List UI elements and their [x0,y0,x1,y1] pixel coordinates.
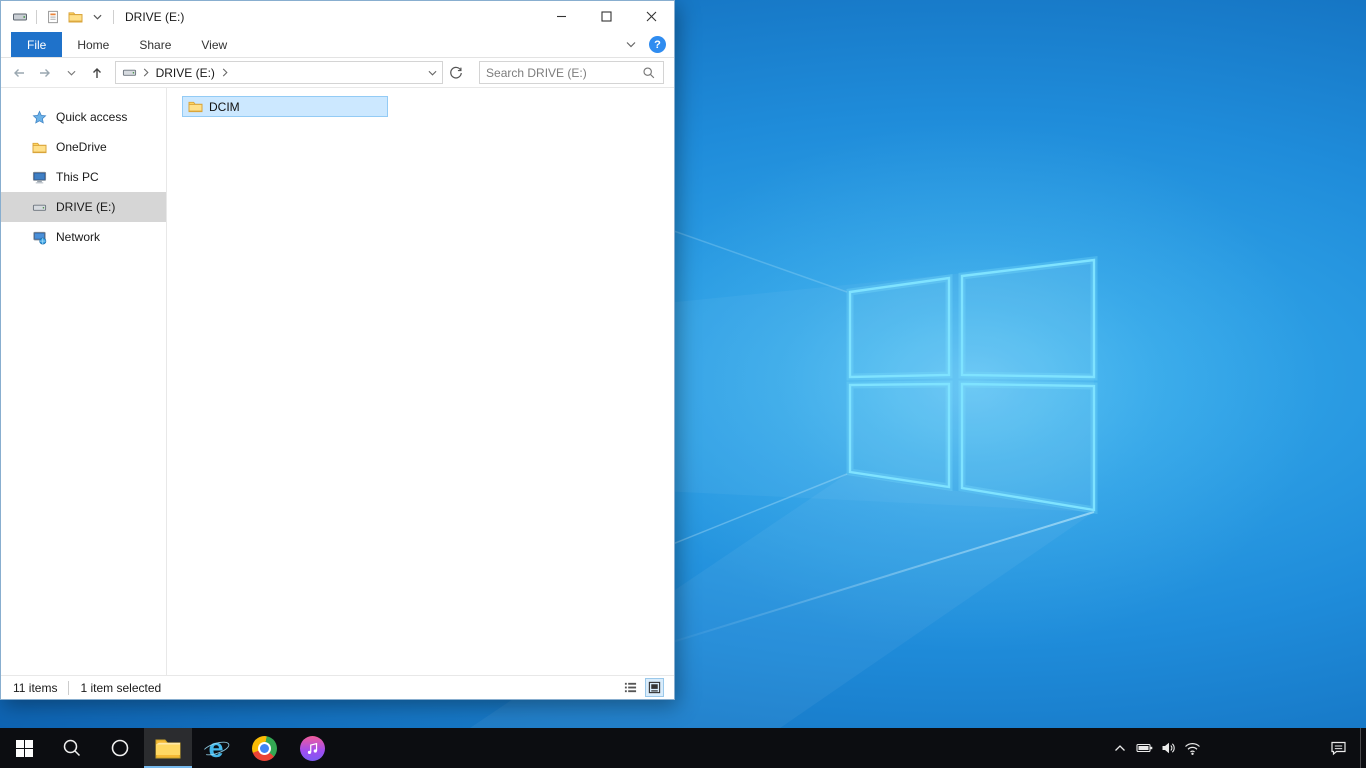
taskbar-chrome-button[interactable] [240,728,288,768]
chevron-up-icon [1115,745,1125,751]
folder-icon [187,99,203,115]
speaker-icon [1162,742,1175,754]
recent-locations-chevron[interactable] [59,61,84,85]
action-center-button[interactable] [1316,728,1360,768]
address-bar[interactable]: DRIVE (E:) [114,61,444,84]
file-list-pane[interactable]: DCIM [167,88,674,675]
selection-count: 1 item selected [80,680,162,695]
taskbar-file-explorer-button[interactable] [144,728,192,768]
new-folder-button[interactable] [66,9,84,25]
network-button[interactable] [1180,728,1204,768]
sidebar-item-onedrive[interactable]: OneDrive [1,132,166,162]
sidebar-item-drive-e[interactable]: DRIVE (E:) [1,192,166,222]
tab-view[interactable]: View [186,32,242,57]
this-pc-icon [31,169,47,185]
back-button[interactable] [7,61,32,85]
file-explorer-window: DRIVE (E:) File Home Share View ? DRIVE … [0,0,675,700]
view-toggles [621,678,664,697]
separator [68,680,70,695]
action-center-icon [1330,741,1346,756]
sidebar-item-label: This PC [56,170,99,184]
sidebar-item-label: OneDrive [56,140,107,154]
search-icon [63,739,81,757]
expand-ribbon-chevron[interactable] [622,36,640,54]
close-button[interactable] [629,1,674,32]
location-drive-icon [122,65,138,81]
sidebar-item-label: Network [56,230,101,244]
sidebar-item-label: DRIVE (E:) [56,200,116,214]
search-box [479,61,665,84]
tab-file[interactable]: File [11,32,63,57]
customize-toolbar-chevron[interactable] [88,9,106,25]
hidden-icons-button[interactable] [1108,728,1132,768]
chrome-icon [251,735,277,761]
refresh-button[interactable] [444,61,468,85]
screen: DRIVE (E:) File Home Share View ? DRIVE … [0,0,1366,768]
large-icons-view-button[interactable] [645,678,664,697]
sidebar-item-this-pc[interactable]: This PC [1,162,166,192]
file-item-dcim[interactable]: DCIM [182,96,388,117]
sidebar-item-quick-access[interactable]: Quick access [1,102,166,132]
separator [36,9,37,24]
chevron-right-icon [143,66,149,80]
windows-logo-icon [15,739,33,757]
network-icon [31,229,47,245]
file-name: DCIM [209,99,240,114]
ie-icon: e [200,734,232,762]
maximize-button[interactable] [584,1,629,32]
windows-logo-icon [846,256,1098,515]
sidebar-item-label: Quick access [56,110,128,124]
breadcrumb-drive[interactable]: DRIVE (E:) [154,64,217,82]
taskbar: e [0,728,1366,768]
search-icon[interactable] [641,65,657,81]
chevron-right-icon [222,66,228,80]
drive-icon [31,199,47,215]
ribbon-tabs: File Home Share View ? [1,32,674,58]
wifi-icon [1184,742,1200,755]
sidebar-item-network[interactable]: Network [1,222,166,252]
system-tray [1108,728,1366,768]
properties-button[interactable] [44,9,62,25]
battery-icon [1135,743,1152,753]
star-icon [31,109,47,125]
details-view-button[interactable] [621,678,640,697]
caption-buttons [539,1,674,32]
search-input[interactable] [486,65,642,80]
battery-button[interactable] [1132,728,1156,768]
titlebar[interactable]: DRIVE (E:) [1,1,674,32]
folder-icon [155,739,181,759]
navigation-pane: Quick access OneDrive This PC DRIVE (E:)… [1,88,167,675]
separator [113,9,114,24]
navigation-bar: DRIVE (E:) [1,58,674,88]
status-bar: 11 items 1 item selected [1,675,674,699]
window-drive-icon [11,9,29,25]
taskbar-internet-explorer-button[interactable]: e [192,728,240,768]
window-body: Quick access OneDrive This PC DRIVE (E:)… [1,88,674,675]
taskbar-search-button[interactable] [48,728,96,768]
tab-share[interactable]: Share [124,32,186,57]
address-dropdown-chevron[interactable] [422,62,442,83]
volume-button[interactable] [1156,728,1180,768]
forward-button[interactable] [33,61,58,85]
onedrive-folder-icon [31,139,47,155]
up-button[interactable] [85,61,110,85]
window-title: DRIVE (E:) [125,9,185,24]
itunes-icon [299,735,325,761]
show-desktop-button[interactable] [1360,728,1366,768]
cortana-button[interactable] [96,728,144,768]
help-button[interactable]: ? [649,36,666,53]
minimize-button[interactable] [539,1,584,32]
taskbar-itunes-button[interactable] [288,728,336,768]
items-count: 11 items [13,680,58,695]
start-button[interactable] [0,728,48,768]
tab-home[interactable]: Home [62,32,124,57]
cortana-ring-icon [111,739,129,757]
